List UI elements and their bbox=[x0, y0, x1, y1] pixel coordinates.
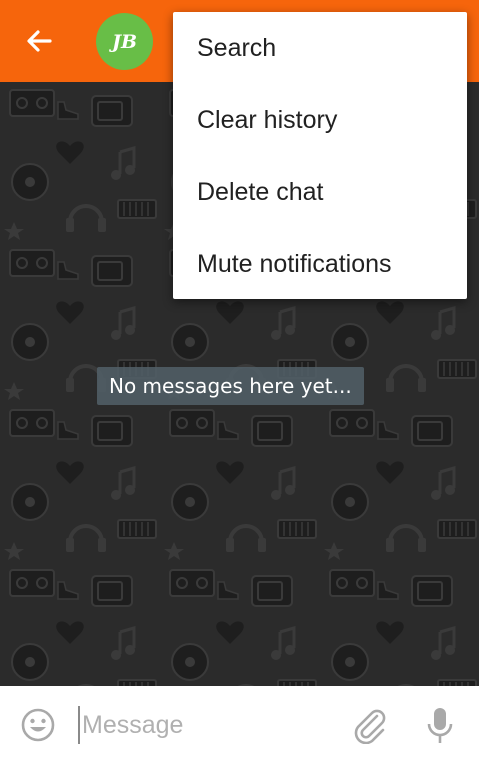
paperclip-icon bbox=[354, 709, 386, 745]
message-input[interactable] bbox=[78, 706, 342, 744]
mic-button[interactable] bbox=[424, 706, 456, 746]
back-button[interactable] bbox=[20, 22, 58, 60]
message-composer bbox=[0, 686, 479, 761]
emoji-button[interactable] bbox=[20, 707, 56, 743]
microphone-icon bbox=[427, 708, 453, 743]
overflow-menu: Search Clear history Delete chat Mute no… bbox=[173, 12, 467, 299]
menu-item-search[interactable]: Search bbox=[173, 12, 467, 84]
avatar-initials: JB bbox=[111, 30, 138, 53]
empty-chat-notice: No messages here yet... bbox=[97, 367, 364, 405]
smiley-icon bbox=[21, 708, 55, 742]
attach-button[interactable] bbox=[350, 706, 388, 745]
menu-item-clear-history[interactable]: Clear history bbox=[173, 84, 467, 156]
menu-item-delete-chat[interactable]: Delete chat bbox=[173, 156, 467, 228]
menu-item-mute-notifications[interactable]: Mute notifications bbox=[173, 228, 467, 300]
avatar[interactable]: JB bbox=[96, 13, 153, 70]
arrow-back-icon bbox=[27, 30, 52, 52]
